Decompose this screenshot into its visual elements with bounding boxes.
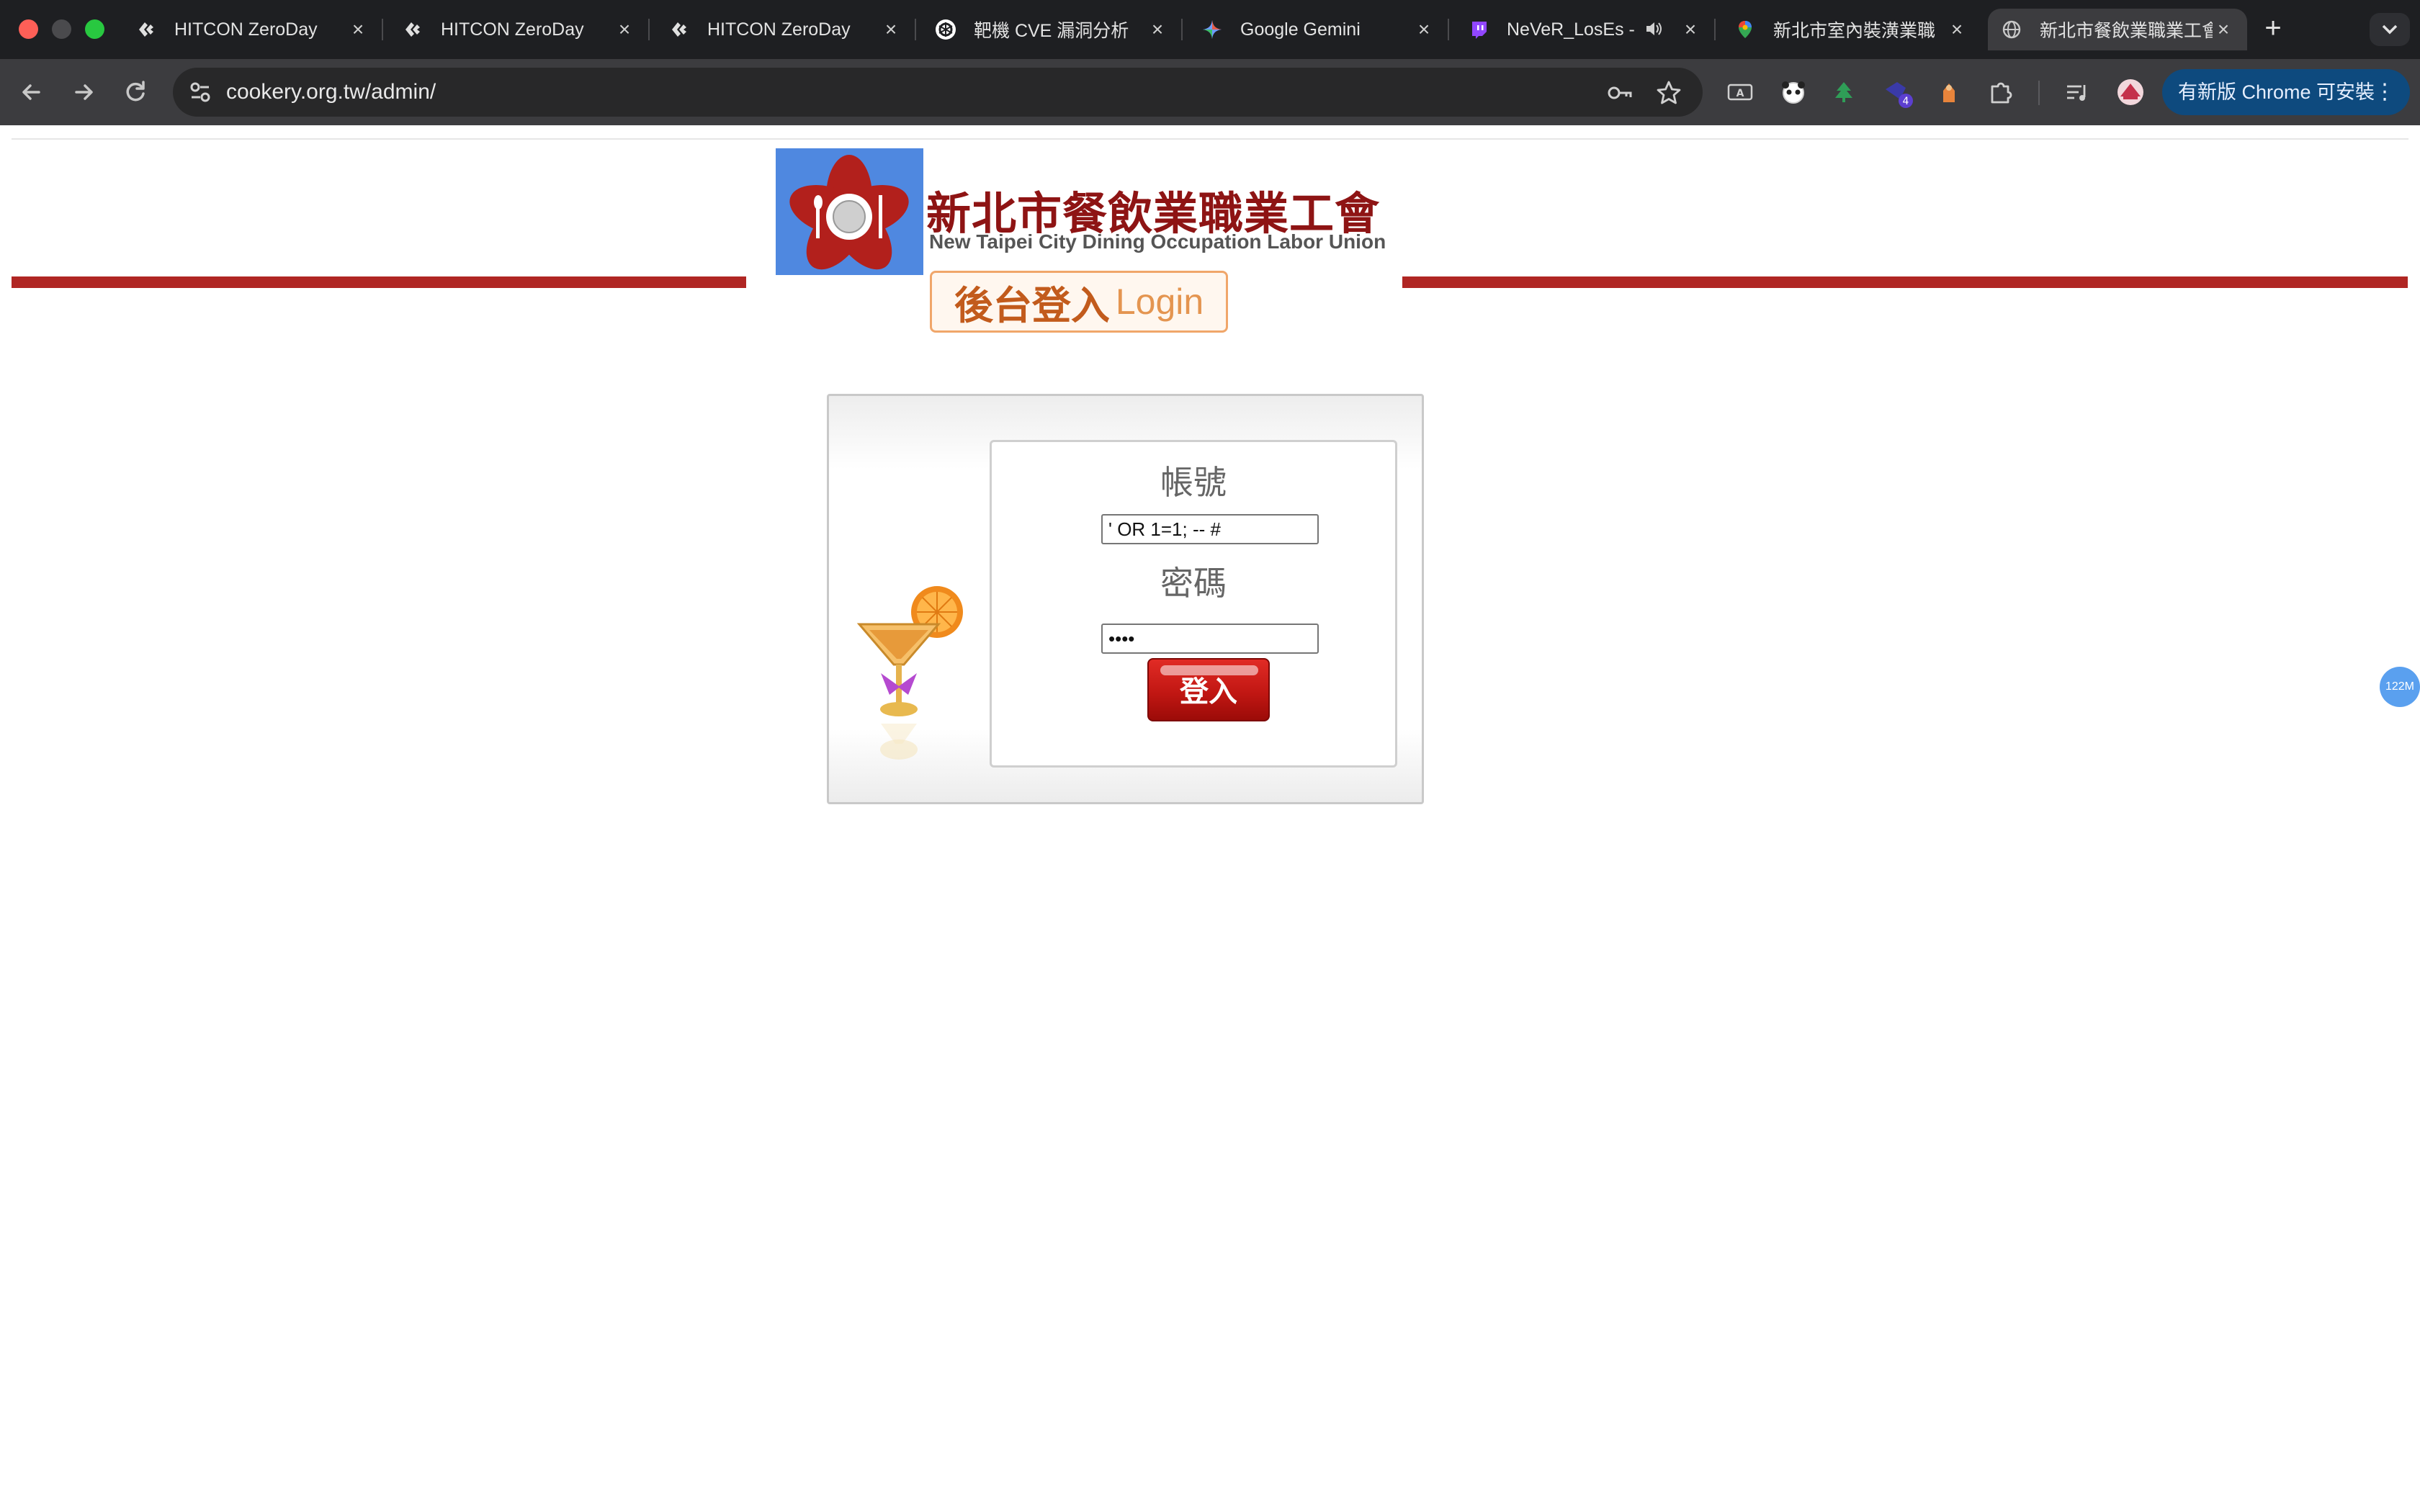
maps-pin-icon (1734, 19, 1756, 40)
close-icon[interactable]: × (614, 19, 635, 40)
password-input[interactable] (1101, 624, 1319, 654)
tab-separator (1181, 19, 1183, 40)
chrome-update-button[interactable]: 有新版 Chrome 可安裝 ⋮ (2162, 69, 2410, 115)
tab-search-button[interactable] (2370, 13, 2410, 46)
extension-badge-count: 4 (1903, 96, 1909, 107)
header-red-bar-right (1402, 276, 2408, 288)
twitch-icon (1468, 19, 1489, 40)
chatgpt-icon (935, 19, 956, 40)
hitcon-icon (402, 19, 424, 40)
puzzle-extensions-icon[interactable] (1986, 78, 2015, 107)
tab-twitch[interactable]: NeVeR_LosEs - × (1455, 9, 1716, 50)
top-divider (12, 138, 2408, 140)
window-minimize-button[interactable] (52, 19, 71, 39)
url-text[interactable]: cookery.org.tw/admin/ (226, 80, 436, 104)
tab-title: HITCON ZeroDay (441, 19, 584, 40)
login-panel: 帳號 密碼 登入 (827, 394, 1424, 804)
tab-title: NeVeR_LosEs - (1507, 19, 1635, 40)
button-gloss (1160, 665, 1258, 675)
org-name-english: New Taipei City Dining Occupation Labor … (929, 230, 1386, 253)
svg-text:A: A (1736, 88, 1744, 99)
tab-strip: HITCON ZeroDay × HITCON ZeroDay × HITCON… (0, 0, 2420, 59)
update-button-label: 有新版 Chrome 可安裝 (2178, 81, 2375, 103)
globe-icon (2001, 19, 2022, 40)
close-icon[interactable]: × (1413, 19, 1435, 40)
login-submit-label: 登入 (1180, 676, 1237, 708)
tab-title: HITCON ZeroDay (707, 19, 851, 40)
hitcon-icon (668, 19, 690, 40)
username-label: 帳號 (1160, 464, 1227, 501)
window-zoom-button[interactable] (85, 19, 104, 39)
more-menu-icon[interactable]: ⋮ (2374, 69, 2396, 115)
fox-extension-icon[interactable] (1935, 78, 1963, 107)
panda-extension-icon[interactable] (1779, 78, 1808, 107)
floating-memory-badge[interactable]: 122M (2380, 667, 2420, 707)
tab-interior-union[interactable]: 新北市室內裝潢業職 × (1721, 9, 1981, 50)
tab-title: HITCON ZeroDay (174, 19, 318, 40)
tab-cve-analysis[interactable]: 靶機 CVE 漏洞分析 × (922, 9, 1183, 50)
tree-extension-icon[interactable] (1829, 78, 1858, 107)
tab-separator (1448, 19, 1449, 40)
reload-button[interactable] (120, 76, 151, 108)
window-close-button[interactable] (19, 19, 38, 39)
tab-title: Google Gemini (1240, 19, 1361, 40)
login-submit-button[interactable]: 登入 (1147, 658, 1270, 721)
new-tab-button[interactable]: + (2259, 14, 2287, 43)
media-control-icon[interactable] (2063, 78, 2092, 107)
username-input[interactable] (1101, 514, 1319, 544)
login-banner-english: Login (1115, 282, 1204, 322)
gemini-icon (1201, 19, 1223, 40)
header-red-bar-left (12, 276, 746, 288)
union-logo (776, 148, 923, 275)
tab-hitcon-2[interactable]: HITCON ZeroDay × (389, 9, 650, 50)
close-icon[interactable]: × (880, 19, 902, 40)
back-button[interactable] (16, 76, 48, 108)
speaker-icon[interactable] (1644, 19, 1665, 40)
shield-extension-icon[interactable]: 4 (1883, 78, 1913, 108)
bookmark-star-icon[interactable] (1655, 79, 1682, 107)
tab-hitcon-1[interactable]: HITCON ZeroDay × (122, 9, 383, 50)
tab-dining-union[interactable]: 新北市餐飲業職業工會 × (1988, 9, 2247, 50)
close-icon[interactable]: × (347, 19, 369, 40)
profile-avatar[interactable] (2116, 78, 2145, 107)
cocktail-illustration (852, 580, 974, 767)
toolbar-divider (2038, 81, 2040, 105)
browser-toolbar: cookery.org.tw/admin/ A 4 有新版 Chrome 可安裝… (0, 59, 2420, 125)
tab-separator (1714, 19, 1716, 40)
tab-title: 靶機 CVE 漏洞分析 (974, 21, 1129, 41)
password-key-icon[interactable] (1606, 79, 1634, 107)
forward-button[interactable] (68, 76, 99, 108)
tab-separator (648, 19, 650, 40)
tab-title: 新北市餐飲業職業工會 (2040, 21, 2213, 41)
close-icon[interactable]: × (1680, 19, 1701, 40)
tab-title: 新北市室內裝潢業職 (1773, 21, 1936, 41)
address-bar[interactable]: cookery.org.tw/admin/ (173, 68, 1703, 117)
close-icon[interactable]: × (1946, 19, 1968, 40)
close-icon[interactable]: × (1147, 19, 1168, 40)
tab-separator (382, 19, 383, 40)
tab-separator (915, 19, 916, 40)
admin-login-banner: 後台登入 Login (930, 271, 1228, 333)
hitcon-icon (135, 19, 157, 40)
password-label: 密碼 (1160, 564, 1227, 602)
translate-extension-icon[interactable]: A (1726, 78, 1754, 107)
close-icon[interactable]: × (2213, 19, 2234, 40)
tab-hitcon-3[interactable]: HITCON ZeroDay × (655, 9, 916, 50)
login-banner-chinese: 後台登入 (954, 282, 1110, 328)
site-info-icon[interactable] (186, 78, 215, 107)
page-content: 新北市餐飲業職業工會 New Taipei City Dining Occupa… (0, 125, 2420, 1512)
tab-gemini[interactable]: Google Gemini × (1188, 9, 1449, 50)
